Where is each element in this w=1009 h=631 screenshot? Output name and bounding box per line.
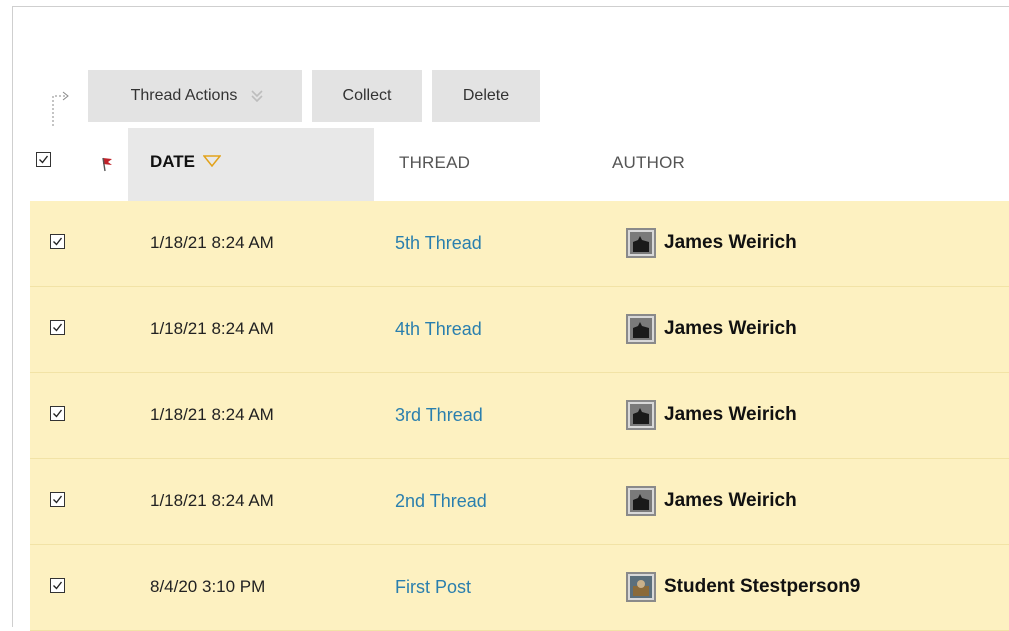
table-row: 1/18/21 8:24 AM 3rd Thread James Weirich [30,373,1009,459]
author-name: James Weirich [664,490,797,511]
author-cell[interactable]: James Weirich [626,314,797,344]
table-row: 1/18/21 8:24 AM 5th Thread James Weirich [30,201,1009,287]
row-date: 8/4/20 3:10 PM [150,577,266,596]
action-toolbar: Thread Actions Collect Delete [88,70,540,122]
avatar [626,314,656,344]
date-column-label: DATE [150,152,196,171]
author-cell[interactable]: James Weirich [626,486,797,516]
tree-connector-icon [52,91,69,130]
table-row: 1/18/21 8:24 AM 4th Thread James Weirich [30,287,1009,373]
thread-actions-label: Thread Actions [130,87,238,104]
row-checkbox[interactable] [50,578,65,593]
sort-descending-icon [202,152,222,172]
double-chevron-down-icon [249,88,265,104]
author-name: James Weirich [664,318,797,339]
author-name: Student Stestperson9 [664,576,861,597]
author-cell[interactable]: Student Stestperson9 [626,572,860,602]
table-header: DATE THREAD AUTHOR [30,128,1009,202]
select-all-checkbox[interactable] [36,152,51,167]
thread-column-header[interactable]: THREAD [399,153,470,173]
thread-actions-button[interactable]: Thread Actions [88,70,302,122]
thread-link[interactable]: 2nd Thread [395,491,487,512]
table-row: 1/18/21 8:24 AM 2nd Thread James Weirich [30,459,1009,545]
row-date: 1/18/21 8:24 AM [150,491,274,510]
row-checkbox[interactable] [50,320,65,335]
row-checkbox[interactable] [50,492,65,507]
author-cell[interactable]: James Weirich [626,228,797,258]
row-date: 1/18/21 8:24 AM [150,233,274,252]
author-name: James Weirich [664,232,797,253]
avatar [626,400,656,430]
author-cell[interactable]: James Weirich [626,400,797,430]
thread-link[interactable]: First Post [395,577,471,598]
avatar [626,486,656,516]
avatar [626,228,656,258]
avatar [626,572,656,602]
author-name: James Weirich [664,404,797,425]
thread-link[interactable]: 4th Thread [395,319,482,340]
row-date: 1/18/21 8:24 AM [150,405,274,424]
thread-link[interactable]: 3rd Thread [395,405,483,426]
delete-button[interactable]: Delete [432,70,540,122]
table-row: 8/4/20 3:10 PM First Post Student Stestp… [30,545,1009,631]
row-date: 1/18/21 8:24 AM [150,319,274,338]
date-column-header[interactable]: DATE [150,152,222,172]
row-checkbox[interactable] [50,234,65,249]
flag-icon[interactable] [100,156,114,177]
thread-link[interactable]: 5th Thread [395,233,482,254]
row-checkbox[interactable] [50,406,65,421]
author-column-header[interactable]: AUTHOR [612,153,685,173]
thread-list: 1/18/21 8:24 AM 5th Thread James Weirich… [30,201,1009,631]
collect-button[interactable]: Collect [312,70,422,122]
